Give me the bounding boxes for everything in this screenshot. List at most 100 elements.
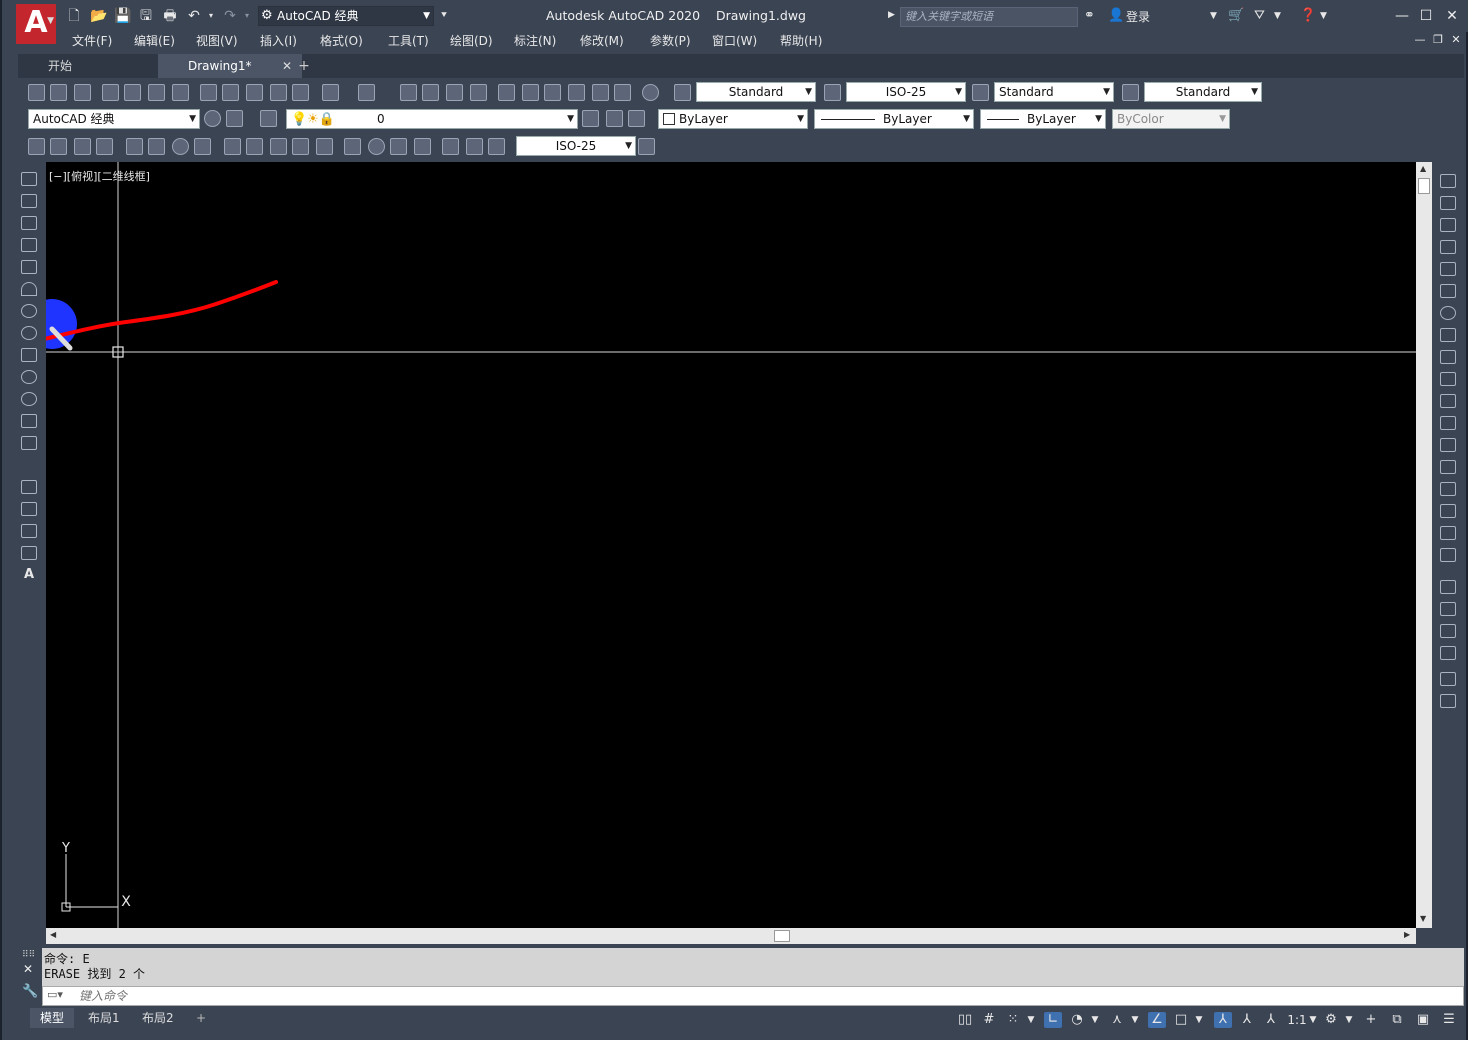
redo-dropdown-icon[interactable]: ▾ [242, 8, 252, 24]
scroll-right-icon[interactable]: ▶ [1404, 930, 1410, 939]
menu-file[interactable]: 文件(F) [72, 32, 112, 49]
erase-icon[interactable] [1440, 174, 1456, 188]
login-button[interactable]: 登录 [1126, 8, 1150, 25]
markup-icon[interactable] [592, 84, 609, 101]
properties-icon[interactable] [498, 84, 515, 101]
scale-icon[interactable] [1440, 328, 1456, 342]
horizontal-scrollbar[interactable]: ◀ ▶ [46, 928, 1416, 944]
tool-palettes-icon[interactable] [544, 84, 561, 101]
menu-tools[interactable]: 工具(T) [388, 32, 429, 49]
model-space-icon[interactable]: ▯▯ [956, 1012, 974, 1028]
grip-dots-icon[interactable]: ⠿⠿ [22, 950, 35, 960]
command-prompt-icon[interactable]: ▭▾ [47, 988, 63, 1001]
workspace-settings-icon[interactable] [226, 110, 243, 127]
revision-cloud-icon[interactable] [21, 326, 37, 340]
polar-tracking-icon[interactable]: ◔ [1068, 1012, 1086, 1028]
polar-dropdown-icon[interactable]: ▼ [1090, 1012, 1100, 1028]
layout-tab-layout1[interactable]: 布局1 [78, 1008, 130, 1028]
undo-dropdown-icon[interactable]: ▾ [206, 8, 216, 24]
doc-minimize-icon[interactable]: — [1410, 32, 1430, 48]
ellipse-icon[interactable] [21, 370, 37, 384]
menu-draw[interactable]: 绘图(D) [450, 32, 493, 49]
join-icon[interactable] [1440, 460, 1456, 474]
rotate-icon[interactable] [1440, 306, 1456, 320]
hatch-to-back-icon[interactable] [1440, 694, 1456, 708]
dim-edit-icon[interactable] [442, 138, 459, 155]
make-block-icon[interactable] [21, 436, 37, 450]
3d-print-icon[interactable] [172, 84, 189, 101]
autodesk-a360-icon[interactable]: ⛛ [1254, 8, 1265, 23]
horizontal-scroll-thumb[interactable] [774, 930, 790, 942]
scroll-up-icon[interactable]: ▲ [1420, 164, 1426, 173]
save-as-icon[interactable]: 🖫 [138, 8, 154, 24]
fillet-icon[interactable] [1440, 504, 1456, 518]
search-input[interactable]: 键入关键字或短语 [900, 7, 1078, 27]
zoom-previous-icon[interactable] [470, 84, 487, 101]
jogged-linear-icon[interactable] [414, 138, 431, 155]
spline-icon[interactable] [21, 348, 37, 362]
table-icon[interactable] [21, 546, 37, 560]
mleader-style-icon[interactable] [1122, 84, 1139, 101]
menu-help[interactable]: 帮助(H) [780, 32, 822, 49]
isodraft-icon[interactable]: ⋏ [1108, 1012, 1126, 1028]
menu-dimension[interactable]: 标注(N) [514, 32, 556, 49]
clean-screen-icon[interactable]: ▣ [1414, 1012, 1432, 1028]
insert-block-icon[interactable] [21, 414, 37, 428]
blend-curves-icon[interactable] [1440, 526, 1456, 540]
plot-icon[interactable]: 🖶 [162, 8, 178, 24]
linetype-select[interactable]: ByLayer ▼ [814, 109, 974, 129]
lineweight-select[interactable]: ByLayer ▼ [980, 109, 1106, 129]
menu-insert[interactable]: 插入(I) [260, 32, 297, 49]
user-icon[interactable]: 👤 [1108, 8, 1124, 23]
gear-icon[interactable]: ⚙ [1322, 1012, 1340, 1028]
make-current-layer-icon[interactable] [582, 110, 599, 127]
auto-scale-icon[interactable]: ⅄ [1238, 1012, 1256, 1028]
annotation-visibility-icon[interactable]: ⅄ [1214, 1012, 1232, 1028]
menu-edit[interactable]: 编辑(E) [134, 32, 175, 49]
send-under-icon[interactable] [1440, 646, 1456, 660]
dim-style-select[interactable]: ISO-25 ▼ [846, 82, 966, 102]
login-dropdown-icon[interactable]: ▼ [1210, 11, 1217, 21]
binoculars-icon[interactable]: ⚭ [1084, 8, 1095, 23]
doc-restore-icon[interactable]: ❐ [1428, 32, 1448, 48]
customize-quick-access-icon[interactable]: ⯆ [436, 8, 452, 24]
object-snap-tracking-icon[interactable]: ∠ [1148, 1012, 1166, 1028]
extend-icon[interactable] [1440, 394, 1456, 408]
zoom-window-icon[interactable] [446, 84, 463, 101]
layer-select[interactable]: 💡☀🔒 0 ▼ [286, 109, 578, 129]
match-properties-icon[interactable] [270, 84, 287, 101]
region-icon[interactable] [21, 524, 37, 538]
scale-dropdown-icon[interactable]: ▼ [1308, 1012, 1318, 1028]
jogged-dim-icon[interactable] [148, 138, 165, 155]
command-input-box[interactable]: ▭▾ [42, 986, 1464, 1006]
cut-icon[interactable] [200, 84, 217, 101]
arc-icon[interactable] [21, 282, 37, 296]
tolerance-icon[interactable] [344, 138, 361, 155]
save-icon[interactable] [74, 84, 91, 101]
dim-style-icon[interactable] [824, 84, 841, 101]
scale-value[interactable]: 1:1 [1286, 1012, 1308, 1028]
redo-icon[interactable]: ↷ [222, 8, 238, 24]
osnap-dropdown-icon[interactable]: ▼ [1194, 1012, 1204, 1028]
menu-parametric[interactable]: 参数(P) [650, 32, 691, 49]
dim-space-icon[interactable] [292, 138, 309, 155]
new-icon[interactable] [28, 84, 45, 101]
construction-line-icon[interactable] [21, 194, 37, 208]
diameter-dim-icon[interactable] [172, 138, 189, 155]
design-center-icon[interactable] [522, 84, 539, 101]
search-expand-icon[interactable]: ▶ [888, 10, 895, 20]
menu-window[interactable]: 窗口(W) [712, 32, 757, 49]
dim-style-manager-icon[interactable] [638, 138, 655, 155]
aligned-dim-icon[interactable] [50, 138, 67, 155]
workspace-select[interactable]: AutoCAD 经典 ▼ [28, 109, 200, 129]
open-folder-icon[interactable]: 📂 [90, 8, 107, 24]
drawing-canvas[interactable]: Y X [46, 162, 1416, 928]
chamfer-icon[interactable] [1440, 482, 1456, 496]
help-icon[interactable] [642, 84, 659, 101]
help-icon[interactable]: ❓ [1300, 8, 1316, 23]
layer-previous-icon[interactable] [606, 110, 623, 127]
customization-menu-icon[interactable]: ☰ [1440, 1012, 1458, 1028]
doc-close-icon[interactable]: ✕ [1446, 32, 1466, 48]
vertical-scrollbar[interactable]: ▲ ▼ [1416, 162, 1432, 928]
ellipse-arc-icon[interactable] [21, 392, 37, 406]
